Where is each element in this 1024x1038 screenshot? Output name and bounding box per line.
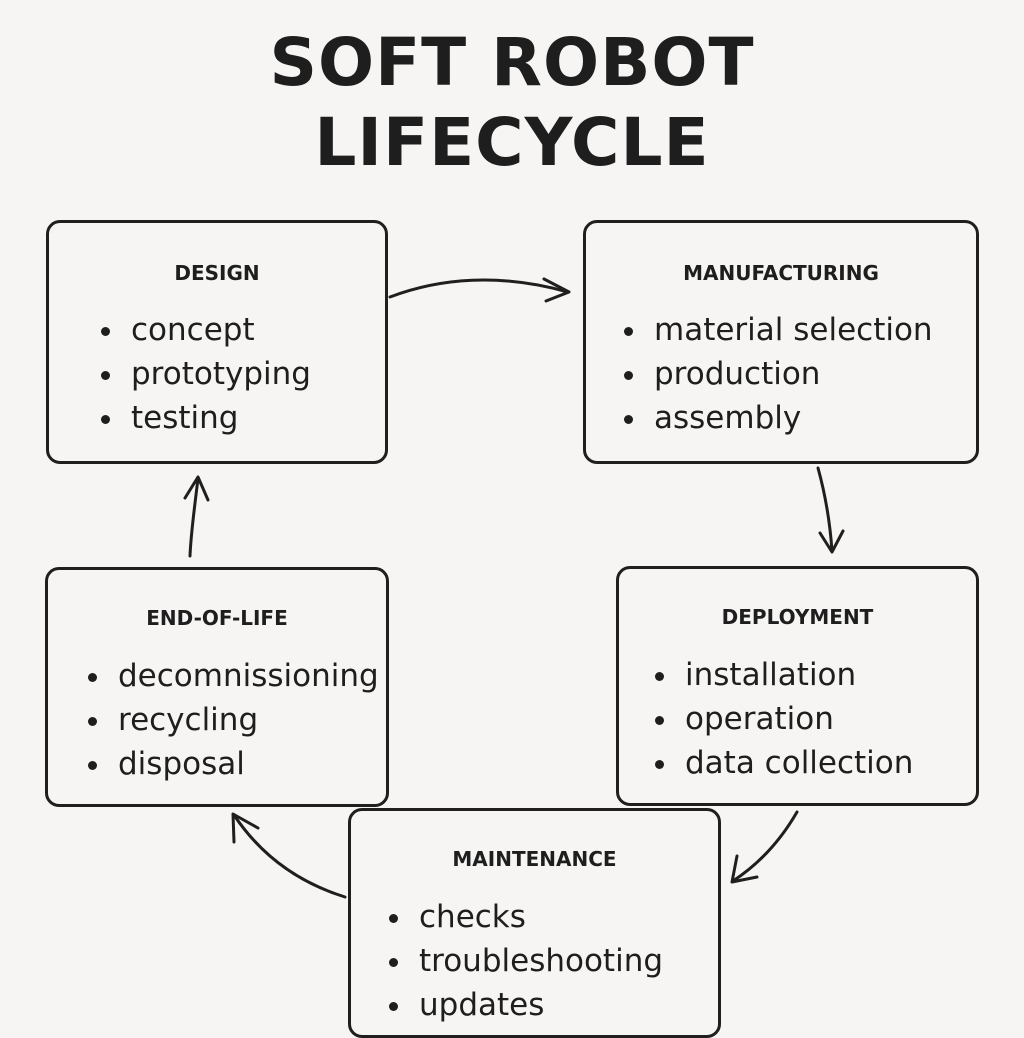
list-item: decomnissioning	[84, 654, 379, 698]
arrow-manufacturing-to-deployment	[816, 466, 845, 554]
bullet-icon	[88, 673, 97, 682]
list-item-text: installation	[685, 657, 857, 693]
stage-item-list: checks troubleshooting updates	[385, 895, 663, 1027]
bullet-icon	[624, 371, 633, 380]
list-item: updates	[385, 983, 663, 1027]
arrow-end-of-life-to-design	[183, 475, 210, 558]
list-item-text: updates	[419, 987, 545, 1023]
stage-maintenance: MAINTENANCE checks troubleshooting updat…	[348, 808, 721, 1038]
list-item-text: assembly	[654, 400, 802, 436]
list-item: operation	[651, 697, 913, 741]
bullet-icon	[655, 716, 664, 725]
stage-item-list: concept prototyping testing	[97, 308, 311, 440]
list-item-text: prototyping	[131, 356, 311, 392]
stage-manufacturing: MANUFACTURING material selection product…	[583, 220, 979, 464]
list-item: material selection	[620, 308, 933, 352]
list-item-text: data collection	[685, 745, 914, 781]
bullet-icon	[389, 914, 398, 923]
list-item-text: checks	[419, 899, 526, 935]
arrow-design-to-manufacturing	[388, 277, 571, 303]
stage-item-list: installation operation data collection	[651, 653, 913, 785]
list-item-text: concept	[131, 312, 255, 348]
stage-item-list: decomnissioning recycling disposal	[84, 654, 379, 786]
bullet-icon	[88, 761, 97, 770]
list-item-text: troubleshooting	[419, 943, 664, 979]
stage-title: END-OF-LIFE	[146, 606, 288, 630]
list-item: checks	[385, 895, 663, 939]
stage-title: MAINTENANCE	[452, 847, 617, 871]
stage-deployment: DEPLOYMENT installation operation data c…	[616, 566, 979, 806]
list-item-text: disposal	[118, 746, 245, 782]
list-item-text: production	[654, 356, 821, 392]
list-item: troubleshooting	[385, 939, 663, 983]
bullet-icon	[655, 760, 664, 769]
list-item: production	[620, 352, 933, 396]
list-item-text: testing	[131, 400, 239, 436]
list-item: assembly	[620, 396, 933, 440]
bullet-icon	[101, 327, 110, 336]
stage-title: DESIGN	[174, 261, 260, 285]
arrow-deployment-to-maintenance	[730, 810, 799, 884]
list-item: disposal	[84, 742, 379, 786]
stage-title: DEPLOYMENT	[721, 605, 874, 629]
list-item: testing	[97, 396, 311, 440]
bullet-icon	[88, 717, 97, 726]
stage-item-list: material selection production assembly	[620, 308, 933, 440]
stage-design: DESIGN concept prototyping testing	[46, 220, 388, 464]
list-item-text: material selection	[654, 312, 933, 348]
stage-end-of-life: END-OF-LIFE decomnissioning recycling di…	[45, 567, 389, 807]
diagram-title-line-1: SOFT ROBOT	[269, 24, 755, 101]
bullet-icon	[101, 415, 110, 424]
stage-title: MANUFACTURING	[683, 261, 879, 285]
list-item-text: operation	[685, 701, 834, 737]
diagram-title-line-2: LIFECYCLE	[314, 104, 710, 181]
bullet-icon	[624, 415, 633, 424]
arrow-maintenance-to-end-of-life	[231, 812, 347, 899]
list-item: installation	[651, 653, 913, 697]
bullet-icon	[624, 327, 633, 336]
list-item: concept	[97, 308, 311, 352]
bullet-icon	[389, 1002, 398, 1011]
list-item-text: recycling	[118, 702, 259, 738]
bullet-icon	[655, 672, 664, 681]
list-item: data collection	[651, 741, 913, 785]
list-item-text: decomnissioning	[118, 658, 379, 694]
bullet-icon	[101, 371, 110, 380]
list-item: recycling	[84, 698, 379, 742]
list-item: prototyping	[97, 352, 311, 396]
bullet-icon	[389, 958, 398, 967]
